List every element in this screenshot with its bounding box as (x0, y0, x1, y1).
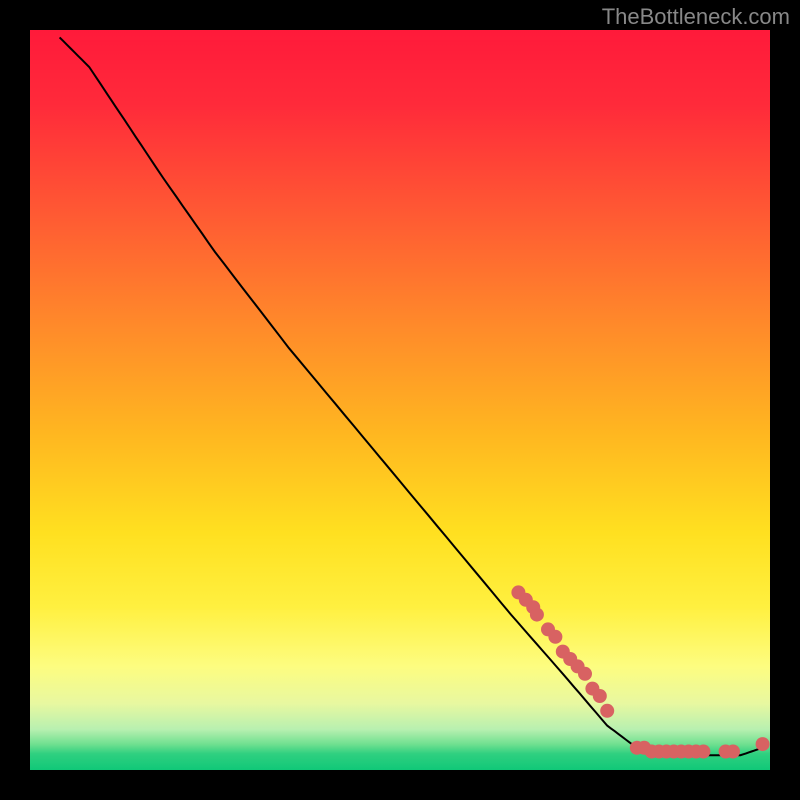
chart-container: TheBottleneck.com (0, 0, 800, 800)
watermark-text: TheBottleneck.com (602, 4, 790, 30)
gradient-background (30, 30, 770, 770)
data-point (600, 704, 614, 718)
data-point (696, 745, 710, 759)
data-point (548, 630, 562, 644)
chart-svg (30, 30, 770, 770)
data-point (578, 667, 592, 681)
data-point (756, 737, 770, 751)
data-point (726, 745, 740, 759)
data-point (593, 689, 607, 703)
plot-area (30, 30, 770, 770)
data-point (530, 608, 544, 622)
